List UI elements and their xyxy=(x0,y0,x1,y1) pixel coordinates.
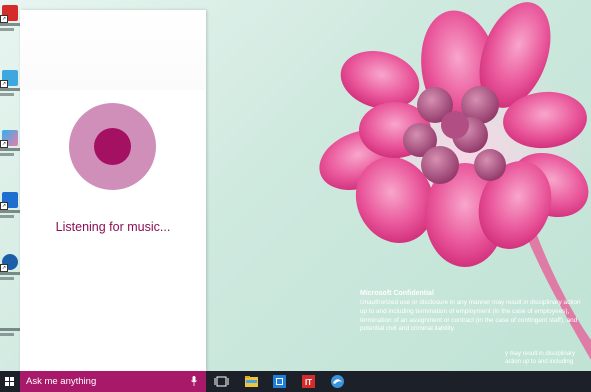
it-app-icon[interactable]: IT xyxy=(301,374,316,389)
windows-logo-icon xyxy=(5,377,14,386)
shortcut-arrow-icon: ↗ xyxy=(0,15,8,23)
listening-orb[interactable] xyxy=(69,103,156,190)
svg-text:IT: IT xyxy=(305,378,312,387)
confidential-text: Unauthorized use or disclosure in any ma… xyxy=(360,299,581,333)
desktop-icon-it[interactable]: ↗ xyxy=(0,5,20,35)
task-view-icon[interactable] xyxy=(214,374,229,389)
desktop-icon-app5[interactable]: ↗ xyxy=(0,254,20,284)
search-box[interactable]: Ask me anything xyxy=(20,371,206,392)
desktop-icon-app6[interactable] xyxy=(0,318,20,348)
confidential-watermark: Microsoft Confidential Unauthorized use … xyxy=(360,289,588,334)
search-placeholder: Ask me anything xyxy=(26,376,97,387)
taskbar: Ask me anything IT xyxy=(0,371,591,392)
edge-like-icon[interactable] xyxy=(330,374,345,389)
listening-status: Listening for music... xyxy=(55,220,171,234)
confidential-title: Microsoft Confidential xyxy=(360,290,434,297)
confidential-tail-text: y may result in disciplinary action up t… xyxy=(505,351,576,365)
file-explorer-icon[interactable] xyxy=(244,374,259,389)
desktop-icon-app3[interactable]: ↗ xyxy=(0,130,20,160)
cortana-header xyxy=(20,10,206,90)
start-button[interactable] xyxy=(0,371,20,392)
store-icon[interactable] xyxy=(272,374,287,389)
shortcut-arrow-icon: ↗ xyxy=(0,264,8,272)
shortcut-arrow-icon: ↗ xyxy=(0,140,8,148)
cortana-panel: Listening for music... xyxy=(20,10,206,371)
listening-orb-core xyxy=(94,128,131,165)
shortcut-arrow-icon: ↗ xyxy=(0,80,8,88)
microphone-icon[interactable] xyxy=(191,376,197,386)
desktop-icon-app4[interactable]: ↗ xyxy=(0,192,20,222)
desktop-icon-app2[interactable]: ↗ xyxy=(0,70,20,100)
shortcut-arrow-icon: ↗ xyxy=(0,202,8,210)
